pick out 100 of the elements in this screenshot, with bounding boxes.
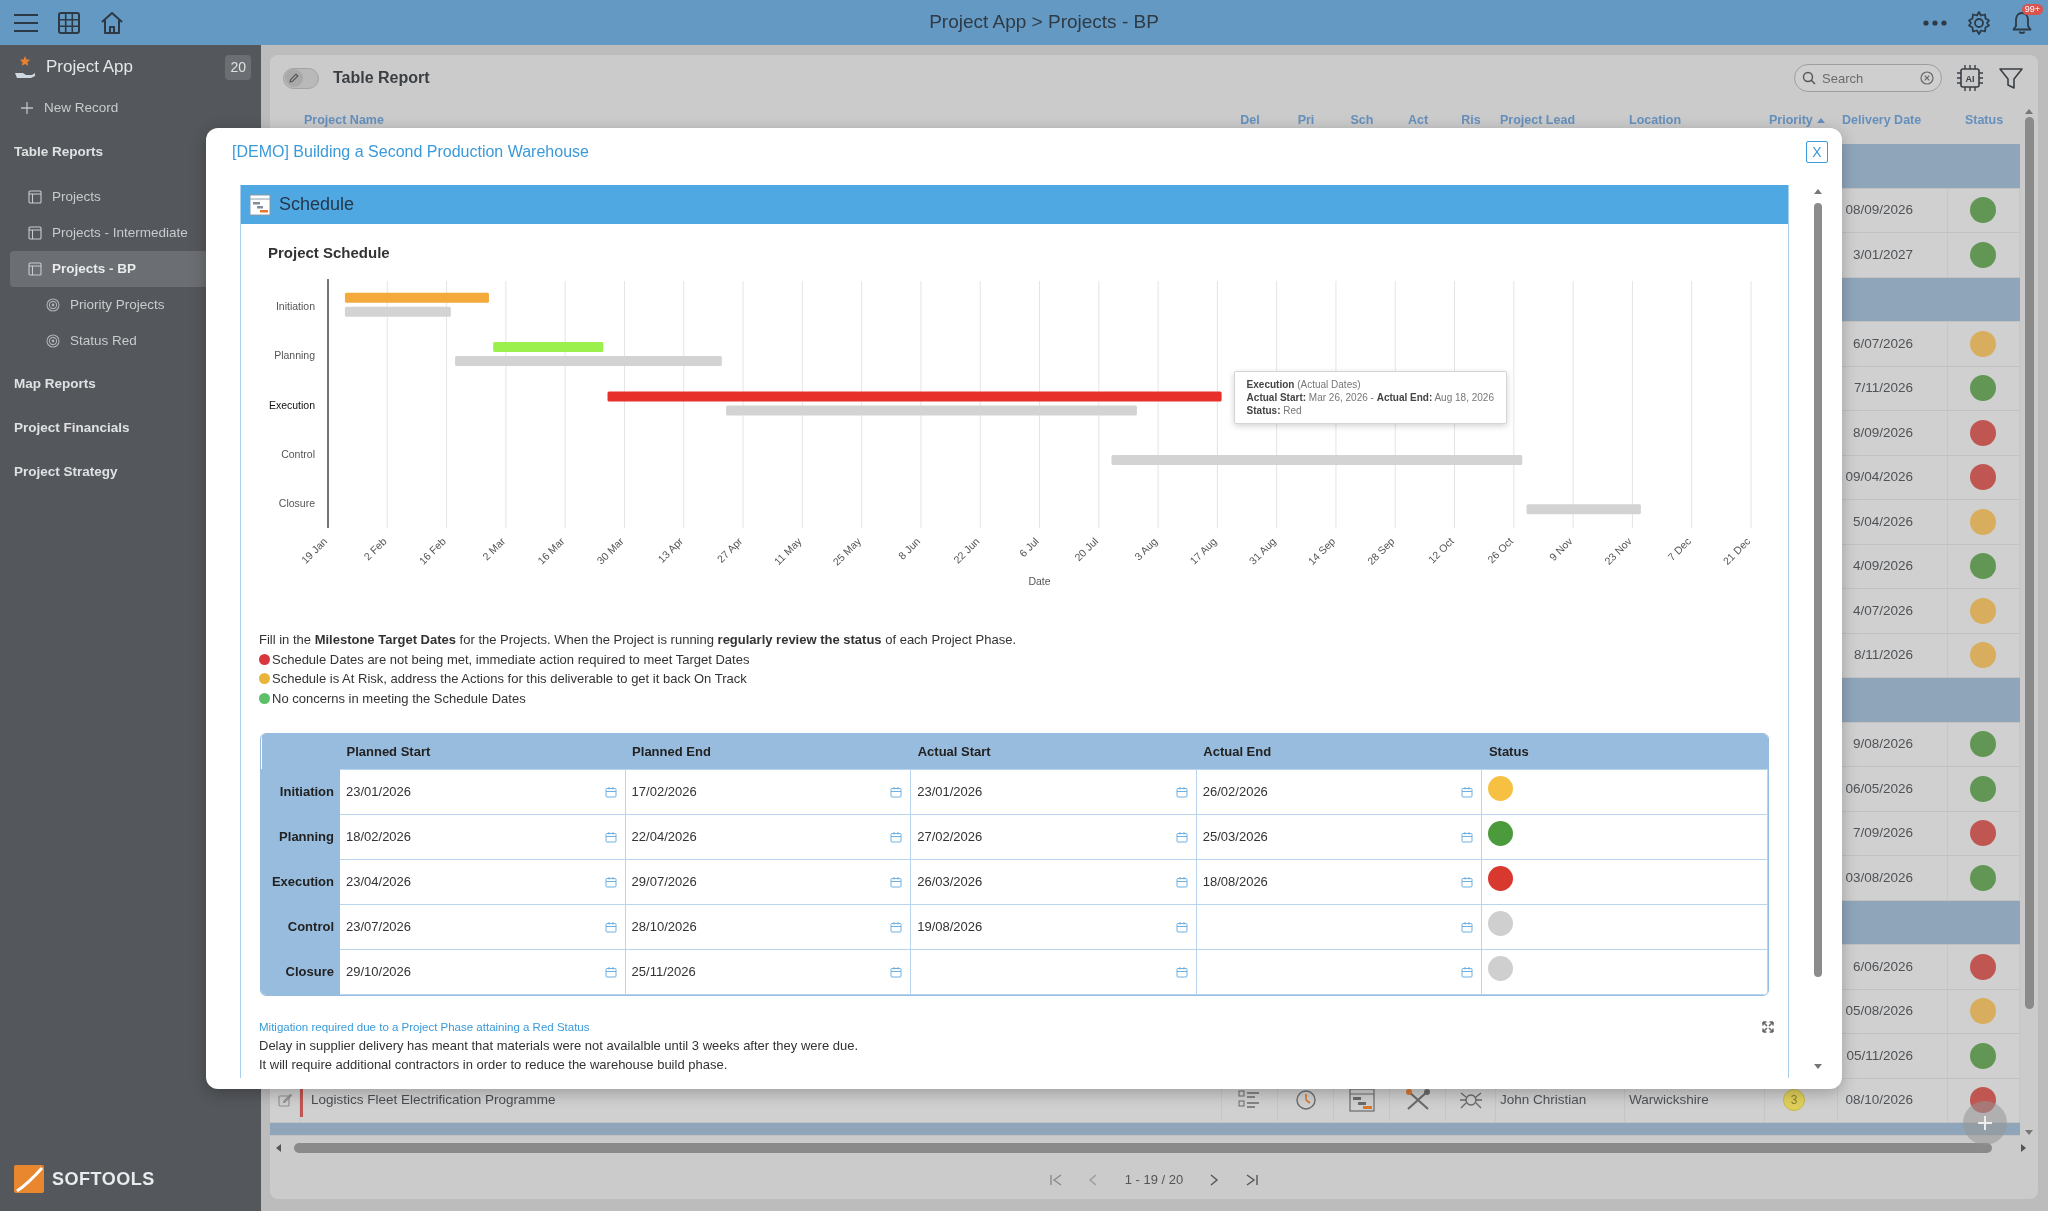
calendar-icon[interactable] [1175, 965, 1188, 978]
edit-toggle[interactable] [283, 67, 319, 89]
gantt-bar[interactable] [607, 391, 1222, 402]
sidebar-item[interactable]: Status Red [10, 323, 261, 359]
sidebar-item[interactable]: Projects [10, 179, 261, 215]
last-page-icon[interactable] [1245, 1172, 1260, 1187]
gantt-bar[interactable] [344, 292, 489, 303]
gantt-bar[interactable] [726, 405, 1137, 416]
search-field[interactable]: Search [1794, 64, 1942, 92]
date-field[interactable]: 18/02/2026 [339, 814, 626, 859]
calendar-icon[interactable] [604, 965, 617, 978]
date-field[interactable]: 26/02/2026 [1196, 769, 1482, 814]
date-input[interactable]: 25/11/2026 [629, 959, 891, 984]
calendar-icon[interactable] [1175, 920, 1188, 933]
scrollbar-thumb[interactable] [294, 1143, 1992, 1153]
calendar-icon[interactable] [604, 785, 617, 798]
sort-icon[interactable] [1816, 117, 1825, 125]
date-field[interactable]: 18/08/2026 [1196, 859, 1482, 904]
scrollbar-thumb[interactable] [2024, 117, 2034, 1009]
calendar-icon[interactable] [1175, 830, 1188, 843]
calendar-icon[interactable] [890, 830, 903, 843]
date-input[interactable]: 23/07/2026 [344, 914, 605, 939]
date-input[interactable]: 29/07/2026 [629, 869, 891, 894]
scroll-up-icon[interactable] [2024, 107, 2034, 115]
gantt-icon [249, 193, 271, 216]
new-record-link[interactable]: New Record [0, 89, 261, 127]
date-field[interactable]: 25/11/2026 [625, 949, 911, 994]
plus-icon [20, 101, 34, 115]
grid-icon[interactable] [57, 10, 81, 35]
date-field[interactable] [910, 949, 1197, 994]
date-field[interactable]: 23/01/2026 [339, 769, 626, 814]
date-input[interactable]: 19/08/2026 [915, 914, 1176, 939]
calendar-icon[interactable] [1175, 785, 1188, 798]
calendar-icon[interactable] [1461, 965, 1474, 978]
menu-icon[interactable] [13, 12, 39, 33]
date-field[interactable]: 27/02/2026 [910, 814, 1197, 859]
date-field[interactable] [1196, 949, 1482, 994]
date-input[interactable]: 18/08/2026 [1200, 869, 1462, 894]
date-field[interactable]: 25/03/2026 [1196, 814, 1482, 859]
date-input[interactable]: 26/03/2026 [915, 869, 1176, 894]
date-input[interactable]: 28/10/2026 [629, 914, 891, 939]
date-input[interactable]: 23/04/2026 [344, 869, 605, 894]
crossed-tools-icon[interactable] [1404, 1088, 1431, 1113]
calendar-icon[interactable] [1175, 875, 1188, 888]
edit-icon[interactable] [277, 1093, 292, 1108]
gantt-bar[interactable] [493, 342, 604, 353]
date-field[interactable]: 23/04/2026 [339, 859, 626, 904]
gantt-icon[interactable] [1348, 1088, 1375, 1113]
calendar-icon[interactable] [604, 830, 617, 843]
table-icon [28, 190, 42, 204]
date-input[interactable]: 27/02/2026 [915, 824, 1176, 849]
date-input[interactable]: 18/02/2026 [344, 824, 605, 849]
calendar-icon[interactable] [1461, 875, 1474, 888]
scroll-left-icon[interactable] [274, 1143, 282, 1153]
axis-tick-label: 27 Apr [714, 534, 745, 565]
date-input[interactable]: 23/01/2026 [344, 779, 605, 804]
date-field[interactable]: 23/07/2026 [339, 904, 626, 949]
calendar-icon[interactable] [1461, 920, 1474, 933]
floating-action-button[interactable] [1963, 1101, 2007, 1145]
calendar-icon[interactable] [604, 875, 617, 888]
date-field[interactable]: 17/02/2026 [625, 769, 911, 814]
scroll-right-icon[interactable] [2020, 1143, 2028, 1153]
calendar-icon[interactable] [890, 785, 903, 798]
gantt-bar[interactable] [1526, 504, 1641, 515]
gantt-bar[interactable] [344, 306, 451, 317]
date-field[interactable]: 28/10/2026 [625, 904, 911, 949]
calendar-icon[interactable] [890, 965, 903, 978]
sidebar-item[interactable]: Priority Projects [10, 287, 261, 323]
date-input[interactable]: 22/04/2026 [629, 824, 891, 849]
gantt-bar[interactable] [1111, 454, 1523, 465]
scroll-down-icon[interactable] [1813, 1062, 1823, 1070]
sidebar-item[interactable]: Projects - Intermediate [10, 215, 261, 251]
calendar-icon[interactable] [890, 875, 903, 888]
calendar-icon[interactable] [1461, 785, 1474, 798]
date-input[interactable]: 25/03/2026 [1200, 824, 1462, 849]
date-input[interactable]: 26/02/2026 [1200, 779, 1462, 804]
date-input[interactable]: 29/10/2026 [344, 959, 605, 984]
settings-icon[interactable] [1966, 9, 1992, 36]
date-input[interactable]: 23/01/2026 [915, 779, 1176, 804]
scrollbar-thumb[interactable] [1814, 203, 1822, 977]
date-input[interactable]: 17/02/2026 [629, 779, 891, 804]
home-icon[interactable] [99, 9, 125, 36]
filter-icon[interactable] [1998, 66, 2024, 90]
clear-icon[interactable] [1920, 71, 1934, 85]
scroll-up-icon[interactable] [1813, 187, 1823, 195]
date-field[interactable]: 29/07/2026 [625, 859, 911, 904]
date-field[interactable]: 19/08/2026 [910, 904, 1197, 949]
expand-icon[interactable] [1762, 1020, 1774, 1033]
scroll-down-icon[interactable] [2024, 1128, 2034, 1136]
calendar-icon[interactable] [890, 920, 903, 933]
date-field[interactable]: 23/01/2026 [910, 769, 1197, 814]
first-page-icon[interactable] [1048, 1172, 1063, 1187]
date-field[interactable]: 26/03/2026 [910, 859, 1197, 904]
date-field[interactable] [1196, 904, 1482, 949]
date-field[interactable]: 22/04/2026 [625, 814, 911, 859]
calendar-icon[interactable] [604, 920, 617, 933]
date-field[interactable]: 29/10/2026 [339, 949, 626, 994]
more-icon[interactable] [1922, 18, 1948, 27]
gantt-bar[interactable] [455, 356, 722, 367]
calendar-icon[interactable] [1461, 830, 1474, 843]
